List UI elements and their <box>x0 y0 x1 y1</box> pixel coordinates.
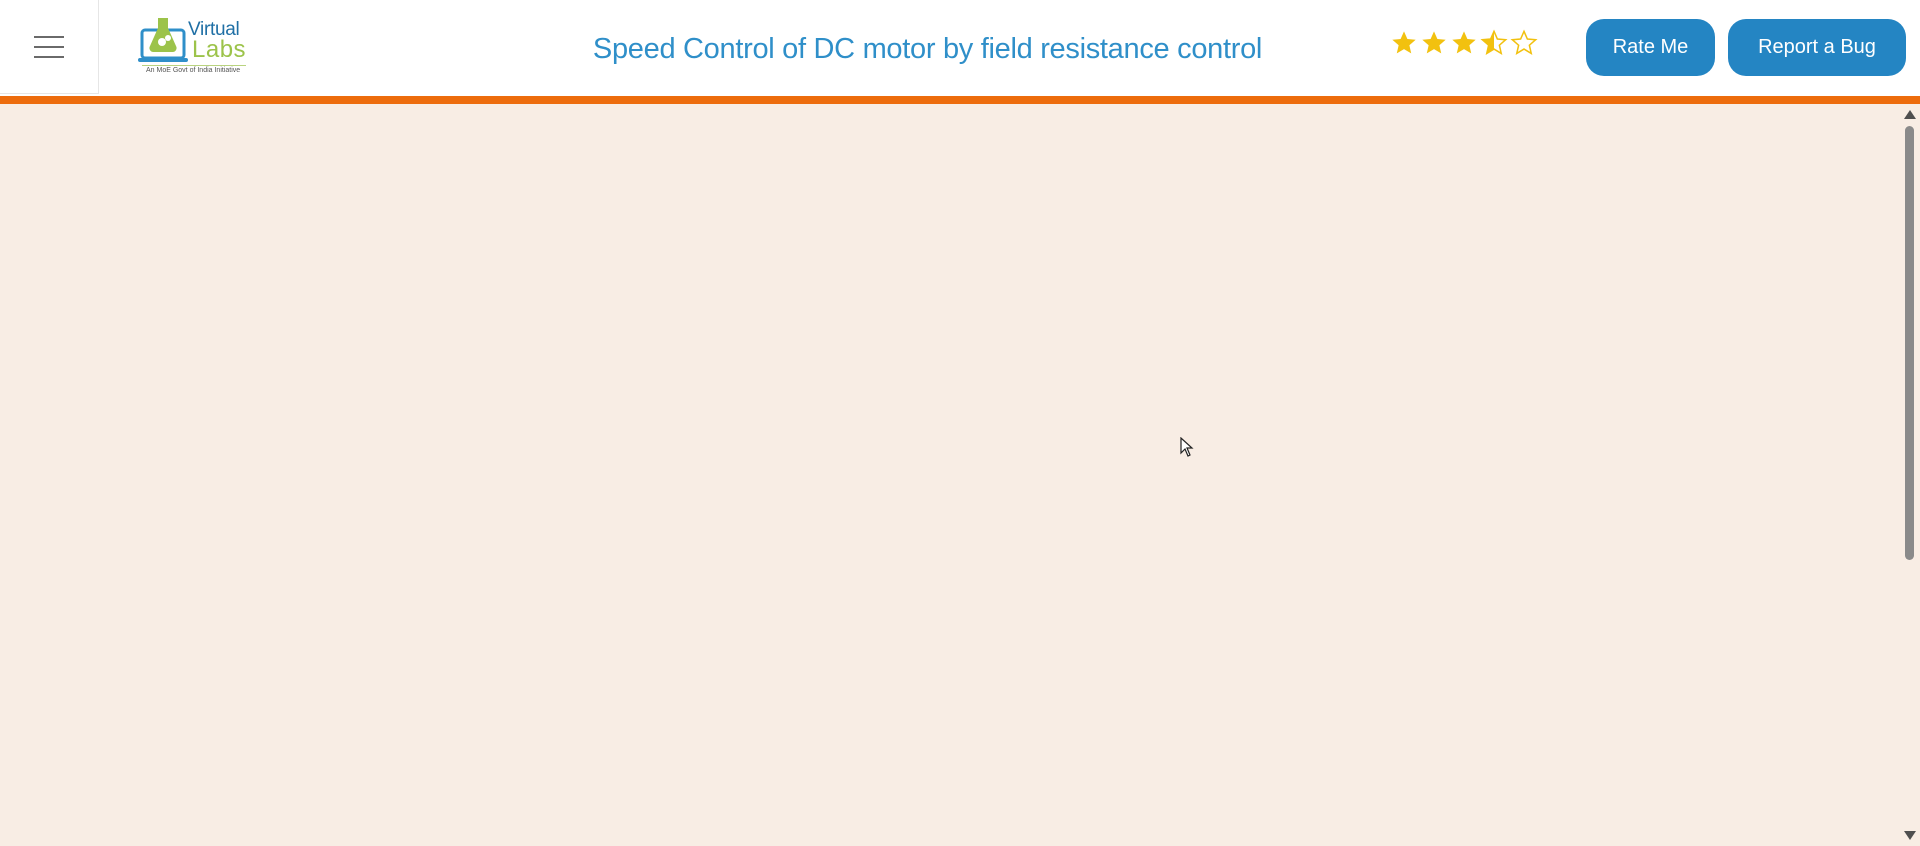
top-navbar: Virtual Labs An MoE Govt of India Initia… <box>0 0 1920 96</box>
scroll-down-arrow-icon[interactable] <box>1904 831 1916 840</box>
rate-me-button[interactable]: Rate Me <box>1586 19 1715 76</box>
mouse-pointer-icon <box>1180 437 1194 457</box>
main-content-area <box>0 104 1900 846</box>
star-icon-full[interactable] <box>1420 29 1448 57</box>
logo-tagline: An MoE Govt of India Initiative <box>146 67 241 74</box>
accent-divider <box>0 96 1920 104</box>
report-bug-button[interactable]: Report a Bug <box>1728 19 1906 76</box>
scroll-up-arrow-icon[interactable] <box>1904 110 1916 119</box>
star-rating[interactable] <box>1390 25 1538 61</box>
star-icon-half[interactable] <box>1480 29 1508 57</box>
vertical-scrollbar[interactable] <box>1900 104 1920 846</box>
scrollbar-thumb[interactable] <box>1905 126 1914 560</box>
page-title: Speed Control of DC motor by field resis… <box>592 33 1263 65</box>
star-icon-full[interactable] <box>1450 29 1478 57</box>
star-icon-full[interactable] <box>1390 29 1418 57</box>
star-icon-empty[interactable] <box>1510 29 1538 57</box>
